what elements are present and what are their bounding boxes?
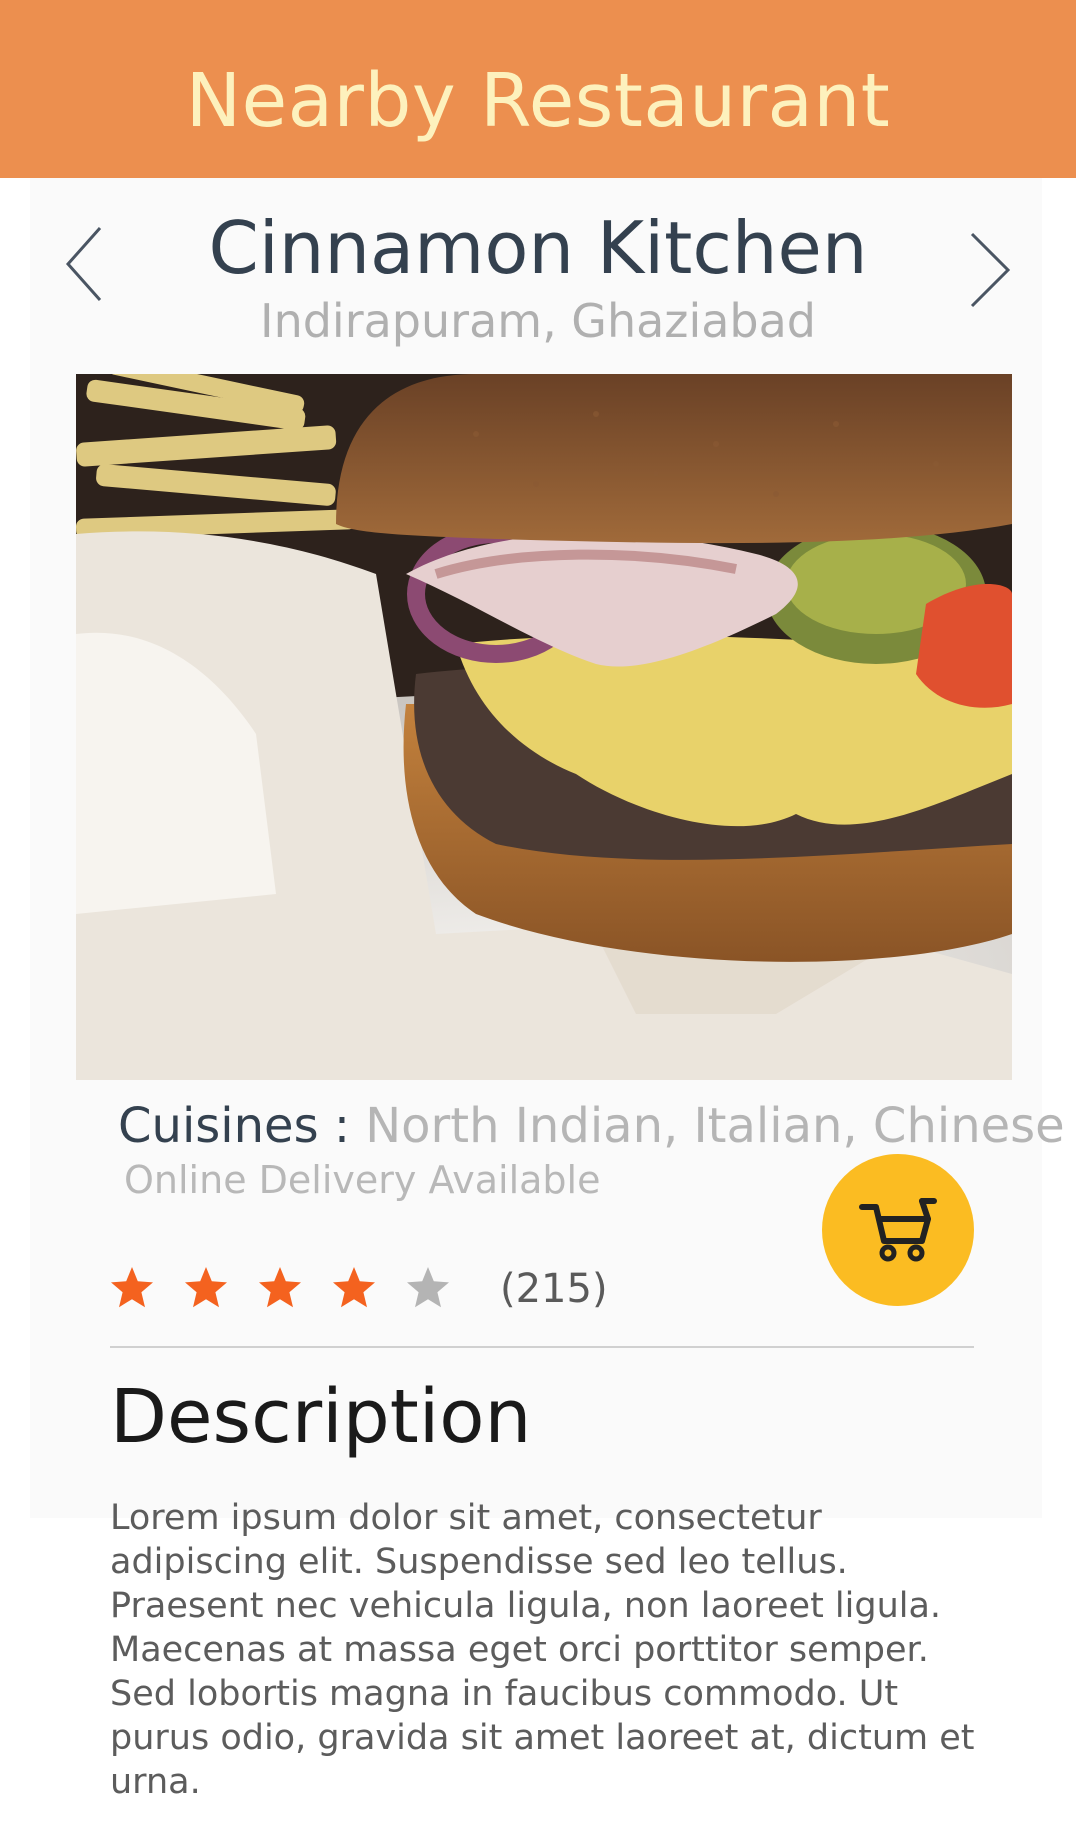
cuisines: Cuisines : North Indian, Italian, Chines… (118, 1098, 1065, 1154)
header-title: Nearby Restaurant (185, 58, 891, 144)
rating-stars[interactable] (108, 1264, 452, 1312)
shopping-cart-icon (859, 1198, 937, 1262)
cuisines-value: North Indian, Italian, Chinese (365, 1098, 1065, 1154)
cuisines-label: Cuisines : (118, 1098, 366, 1154)
rating-count: (215) (500, 1266, 608, 1312)
description-title: Description (110, 1374, 532, 1460)
app-header: Nearby Restaurant (0, 0, 1076, 178)
star-icon[interactable] (108, 1264, 156, 1312)
star-icon[interactable] (256, 1264, 304, 1312)
description-body: Lorem ipsum dolor sit amet, consectetur … (110, 1498, 975, 1802)
restaurant-name: Cinnamon Kitchen (208, 206, 868, 290)
restaurant-location: Indirapuram, Ghaziabad (260, 294, 816, 348)
add-to-cart-button[interactable] (822, 1154, 974, 1306)
star-icon[interactable] (182, 1264, 230, 1312)
star-icon[interactable] (404, 1264, 452, 1312)
divider (110, 1346, 974, 1348)
star-icon[interactable] (330, 1264, 378, 1312)
restaurant-photo (76, 374, 1012, 1080)
delivery-status: Online Delivery Available (124, 1158, 601, 1202)
